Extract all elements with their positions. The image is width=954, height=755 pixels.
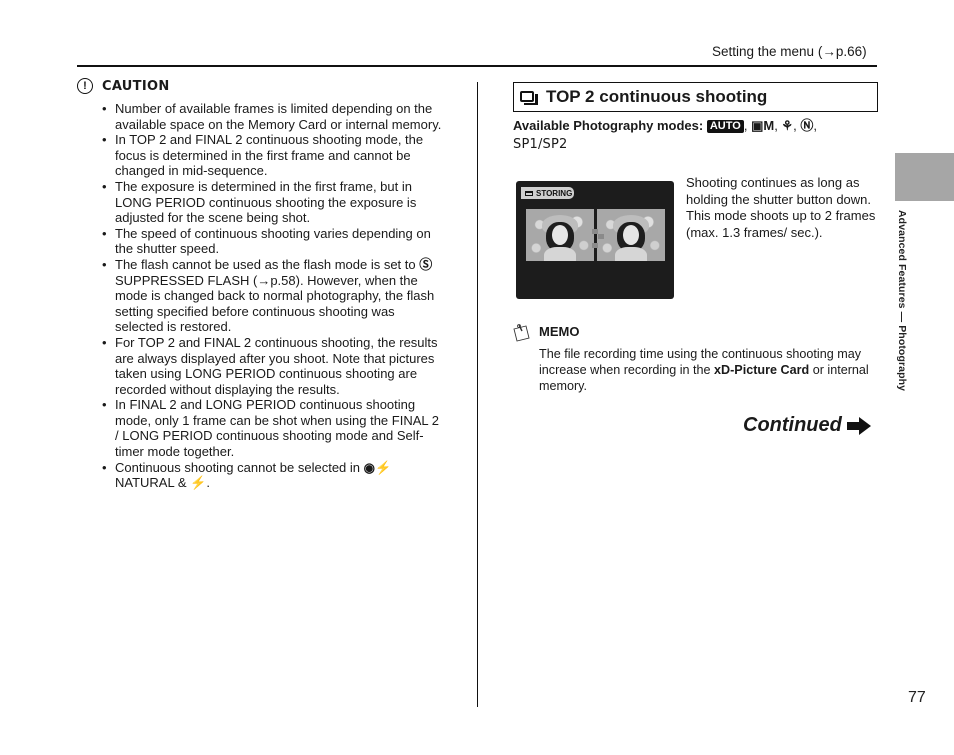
caution-item: In TOP 2 and FINAL 2 continuous shooting…	[100, 132, 445, 179]
continuous-shooting-icon	[520, 89, 540, 105]
memo-text: The file recording time using the contin…	[539, 347, 869, 393]
page-number: 77	[908, 689, 926, 706]
manual-mode-icon: ▣M	[751, 118, 775, 133]
flash-icon: ⚡	[190, 475, 207, 491]
camera-lcd-illustration: STORING	[516, 181, 674, 299]
caution-title: CAUTION	[102, 78, 170, 94]
available-modes: Available Photography modes: AUTO, ▣M, ⚘…	[513, 118, 817, 152]
section-title: TOP 2 continuous shooting	[546, 87, 768, 106]
frame-marker	[592, 243, 598, 248]
caution-item: In FINAL 2 and LONG PERIOD continuous sh…	[100, 397, 445, 459]
continued-indicator: Continued	[743, 414, 872, 437]
natural-light-mode-icon: Ⓝ	[800, 118, 814, 133]
caution-item: The speed of continuous shooting varies …	[100, 226, 445, 257]
caution-item: For TOP 2 and FINAL 2 continuous shootin…	[100, 335, 445, 397]
arrow-right-icon	[846, 416, 871, 435]
storing-badge: STORING	[521, 187, 574, 199]
caution-item-flash: The flash cannot be used as the flash mo…	[100, 257, 445, 335]
chapter-tab	[895, 153, 954, 201]
scene-mode-icon: ⚘	[781, 118, 794, 133]
caution-item-natural: Continuous shooting cannot be selected i…	[100, 460, 445, 491]
sp-modes: SP1/SP2	[513, 137, 568, 152]
continued-label: Continued	[743, 414, 842, 436]
column-divider	[477, 82, 478, 707]
natural-flash-mode-icon: ◉⚡	[363, 459, 392, 475]
auto-mode-icon: AUTO	[706, 120, 744, 133]
chapter-label: Advanced Features — Photography	[896, 210, 908, 392]
suppressed-flash-icon: Ⓢ	[419, 256, 433, 272]
caution-item: The exposure is determined in the first …	[100, 179, 445, 226]
frame-marker	[598, 234, 604, 239]
caution-item: Number of available frames is limited de…	[100, 101, 445, 132]
header-rule	[77, 65, 877, 67]
memory-card-icon	[525, 190, 533, 196]
exclamation-circle-icon: !	[77, 78, 93, 94]
section-heading-box: TOP 2 continuous shooting	[513, 82, 878, 112]
header-reference: Setting the menu (→p.66)	[712, 44, 867, 59]
memo-note-icon	[513, 324, 530, 342]
memo-title: MEMO	[539, 324, 580, 339]
caution-list: Number of available frames is limited de…	[100, 101, 445, 491]
captured-frame-2	[597, 209, 665, 261]
modes-label: Available Photography modes:	[513, 118, 704, 133]
caution-heading: ! CAUTION	[77, 78, 170, 94]
captured-frame-1	[526, 209, 594, 261]
mode-description: Shooting continues as long as holding th…	[686, 175, 876, 240]
